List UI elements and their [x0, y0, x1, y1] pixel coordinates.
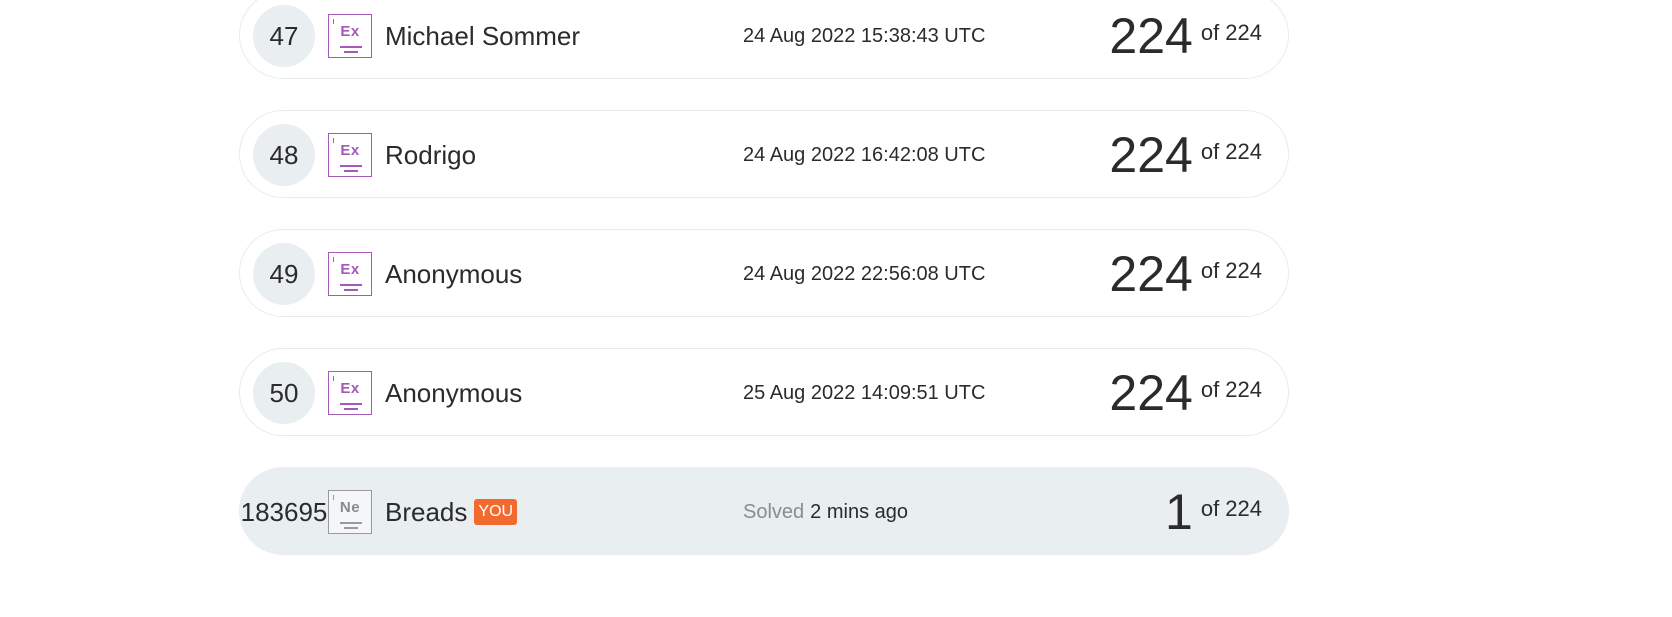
solved-time: 2 mins ago [810, 500, 908, 523]
player-name: Michael Sommer [385, 20, 581, 51]
score: 224 of 224 [1109, 230, 1262, 318]
score-value: 224 [1109, 246, 1193, 302]
rank-number: 49 [253, 243, 315, 305]
score-total: of 224 [1200, 377, 1262, 402]
score-value: 224 [1109, 365, 1193, 421]
you-badge: YOU [474, 499, 518, 525]
your-leaderboard-row[interactable]: 183695 Ne Breads YOU Solved 2 mins ago 1… [239, 467, 1289, 555]
leaderboard: 47 Ex Michael Sommer 24 Aug 2022 15:38:4… [0, 0, 1672, 617]
player-name-container: Breads YOU [385, 468, 518, 556]
completion-time: Solved 2 mins ago [743, 468, 908, 556]
leaderboard-row[interactable]: 49 Ex Anonymous 24 Aug 2022 22:56:08 UTC… [239, 229, 1289, 317]
level-symbol: Ex [340, 380, 360, 397]
score-value: 224 [1109, 8, 1193, 64]
leaderboard-row[interactable]: 48 Ex Rodrigo 24 Aug 2022 16:42:08 UTC 2… [239, 110, 1289, 198]
player-name: Rodrigo [385, 139, 477, 170]
score-total: of 224 [1200, 496, 1262, 521]
rank-number: 48 [253, 124, 315, 186]
element-level-icon: Ex [328, 252, 372, 296]
rank-number: 50 [253, 362, 315, 424]
player-name: Breads [385, 496, 468, 527]
score-value: 1 [1165, 484, 1193, 540]
score: 224 of 224 [1109, 0, 1262, 80]
leaderboard-row[interactable]: 50 Ex Anonymous 25 Aug 2022 14:09:51 UTC… [239, 348, 1289, 436]
level-symbol: Ex [340, 261, 360, 278]
score: 224 of 224 [1109, 349, 1262, 437]
completion-time: 24 Aug 2022 16:42:08 UTC [743, 143, 986, 166]
level-symbol: Ex [340, 23, 360, 40]
completion-time: 24 Aug 2022 22:56:08 UTC [743, 262, 986, 285]
player-name: Anonymous [385, 377, 523, 408]
score-total: of 224 [1200, 139, 1262, 164]
completion-time: 24 Aug 2022 15:38:43 UTC [743, 24, 986, 47]
player-name: Anonymous [385, 258, 523, 289]
level-symbol: Ex [340, 142, 360, 159]
score-total: of 224 [1200, 258, 1262, 283]
element-level-icon: Ex [328, 14, 372, 58]
rank-number: 47 [253, 5, 315, 67]
element-level-icon: Ex [328, 133, 372, 177]
score-value: 224 [1109, 127, 1193, 183]
rank-number: 183695 [240, 496, 328, 527]
leaderboard-row[interactable]: 47 Ex Michael Sommer 24 Aug 2022 15:38:4… [239, 0, 1289, 79]
score-total: of 224 [1200, 20, 1262, 45]
element-level-icon: Ne [328, 490, 372, 534]
level-symbol: Ne [339, 499, 361, 516]
solved-label: Solved [743, 500, 805, 523]
completion-time: 25 Aug 2022 14:09:51 UTC [743, 381, 986, 404]
score: 1 of 224 [1165, 468, 1262, 556]
element-level-icon: Ex [328, 371, 372, 415]
score: 224 of 224 [1109, 111, 1262, 199]
